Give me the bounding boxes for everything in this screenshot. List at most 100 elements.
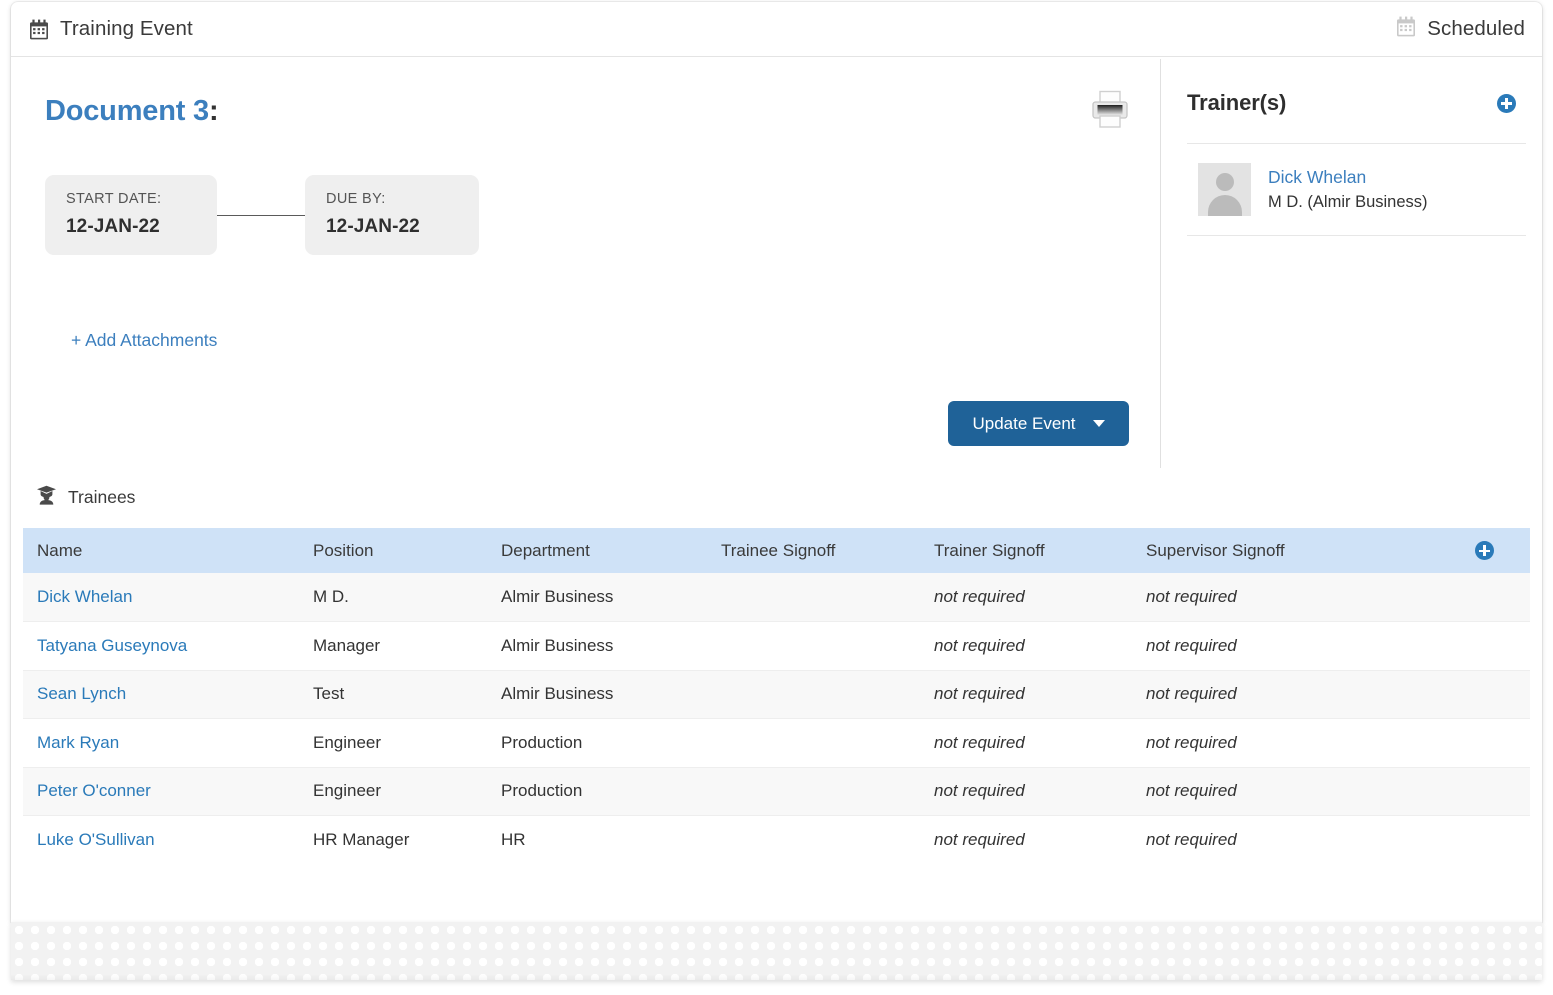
trainee-name-link[interactable]: Sean Lynch: [37, 684, 126, 703]
column-header-trainee-signoff[interactable]: Trainee Signoff: [707, 528, 920, 573]
cell-trainer-signoff: not required: [920, 815, 1132, 864]
cell-name: Luke O'Sullivan: [23, 815, 299, 864]
cell-supervisor-signoff: not required: [1132, 815, 1437, 864]
trainers-panel: Trainer(s) Dick Whelan M D. (Almir Busin…: [1187, 57, 1526, 236]
cell-department: Almir Business: [487, 670, 707, 719]
column-header-actions: [1437, 528, 1530, 573]
topbar-right: Scheduled: [1396, 16, 1525, 42]
trainer-name-link[interactable]: Dick Whelan: [1268, 167, 1428, 188]
document-title: Document 3:: [45, 95, 219, 128]
add-trainer-button[interactable]: [1497, 93, 1516, 113]
due-by-chip: DUE BY: 12-JAN-22: [305, 175, 479, 255]
training-event-card: Training Event Scheduled Document 3: STA…: [11, 2, 1542, 922]
update-event-label: Update Event: [972, 413, 1076, 433]
printer-icon: [1089, 90, 1131, 135]
trainees-table-body: Dick Whelan M D. Almir Business not requ…: [23, 573, 1530, 864]
cell-position: Test: [299, 670, 487, 719]
cell-department: Production: [487, 767, 707, 816]
cell-position: Manager: [299, 621, 487, 671]
trainees-header: Trainees: [11, 485, 1542, 510]
cell-trainee-signoff[interactable]: [707, 573, 920, 622]
cell-position: Engineer: [299, 767, 487, 816]
table-row[interactable]: Sean Lynch Test Almir Business not requi…: [23, 670, 1530, 719]
cell-name: Peter O'conner: [23, 767, 299, 816]
cell-department: Almir Business: [487, 573, 707, 622]
start-date-chip: START DATE: 12-JAN-22: [45, 175, 217, 255]
start-date-value: 12-JAN-22: [66, 216, 160, 237]
cell-trainee-signoff[interactable]: [707, 718, 920, 768]
trainees-table-head: Name Position Department Trainee Signoff…: [23, 528, 1530, 573]
body-area: Document 3: START DATE: 12-JAN-22 DUE BY…: [11, 57, 1542, 922]
document-title-text: Document 3: [45, 95, 209, 127]
cell-trainer-signoff: not required: [920, 621, 1132, 671]
cell-actions: [1437, 670, 1530, 719]
table-row[interactable]: Mark Ryan Engineer Production not requir…: [23, 718, 1530, 768]
date-range: START DATE: 12-JAN-22 DUE BY: 12-JAN-22: [45, 175, 479, 255]
app-viewport: Training Event Scheduled Document 3: STA…: [0, 0, 1553, 995]
cell-position: M D.: [299, 573, 487, 622]
cell-actions: [1437, 621, 1530, 671]
cell-trainee-signoff[interactable]: [707, 621, 920, 671]
add-attachments-link[interactable]: + Add Attachments: [71, 330, 217, 351]
table-row[interactable]: Peter O'conner Engineer Production not r…: [23, 767, 1530, 816]
chevron-down-icon: [1092, 420, 1105, 427]
column-header-trainer-signoff[interactable]: Trainer Signoff: [920, 528, 1132, 573]
trainee-name-link[interactable]: Luke O'Sullivan: [37, 830, 155, 849]
column-header-department[interactable]: Department: [487, 528, 707, 573]
topbar: Training Event Scheduled: [11, 2, 1542, 57]
cell-name: Mark Ryan: [23, 718, 299, 768]
column-header-position[interactable]: Position: [299, 528, 487, 573]
avatar: [1198, 163, 1251, 216]
table-row[interactable]: Luke O'Sullivan HR Manager HR not requir…: [23, 815, 1530, 864]
graduate-person-icon: [36, 485, 57, 510]
column-header-name[interactable]: Name: [23, 528, 299, 573]
due-by-value: 12-JAN-22: [326, 216, 420, 237]
trainees-label: Trainees: [68, 487, 136, 507]
trainer-role: M D. (Almir Business): [1268, 193, 1428, 211]
cell-supervisor-signoff: not required: [1132, 573, 1437, 622]
trainer-info: Dick Whelan M D. (Almir Business): [1268, 167, 1428, 212]
cell-supervisor-signoff: not required: [1132, 767, 1437, 816]
cell-name: Sean Lynch: [23, 670, 299, 719]
add-trainee-button[interactable]: [1475, 541, 1494, 560]
cell-supervisor-signoff: not required: [1132, 670, 1437, 719]
cell-department: Production: [487, 718, 707, 768]
event-details-panel: Document 3: START DATE: 12-JAN-22 DUE BY…: [11, 57, 1160, 467]
trainees-section: Trainees Name Position Department Traine…: [11, 485, 1542, 864]
avatar-head: [1215, 173, 1234, 191]
trainer-list-item: Dick Whelan M D. (Almir Business): [1187, 144, 1526, 236]
cell-department: HR: [487, 815, 707, 864]
add-trainee-wrapper: [1451, 541, 1530, 560]
cell-trainer-signoff: not required: [920, 670, 1132, 719]
column-header-supervisor-signoff[interactable]: Supervisor Signoff: [1132, 528, 1437, 573]
cell-actions: [1437, 767, 1530, 816]
cell-trainer-signoff: not required: [920, 573, 1132, 622]
page-title: Training Event: [60, 17, 193, 40]
calendar-icon: [1396, 16, 1416, 42]
cell-trainee-signoff[interactable]: [707, 670, 920, 719]
trainee-name-link[interactable]: Mark Ryan: [37, 733, 119, 752]
calendar-icon: [29, 19, 49, 40]
cell-supervisor-signoff: not required: [1132, 718, 1437, 768]
cell-trainee-signoff[interactable]: [707, 815, 920, 864]
cell-department: Almir Business: [487, 621, 707, 671]
trainers-header: Trainer(s): [1187, 57, 1526, 116]
cell-actions: [1437, 573, 1530, 622]
table-header-row: Name Position Department Trainee Signoff…: [23, 528, 1530, 573]
cell-position: HR Manager: [299, 815, 487, 864]
update-event-button[interactable]: Update Event: [948, 401, 1129, 446]
trainee-name-link[interactable]: Peter O'conner: [37, 781, 151, 800]
table-row[interactable]: Tatyana Guseynova Manager Almir Business…: [23, 621, 1530, 671]
panel-divider: [1160, 59, 1161, 468]
due-by-label: DUE BY:: [326, 191, 386, 207]
trainees-table: Name Position Department Trainee Signoff…: [23, 528, 1530, 864]
trainee-name-link[interactable]: Tatyana Guseynova: [37, 636, 187, 655]
cell-trainer-signoff: not required: [920, 718, 1132, 768]
cell-trainer-signoff: not required: [920, 767, 1132, 816]
topbar-left: Training Event: [29, 17, 193, 41]
cell-trainee-signoff[interactable]: [707, 767, 920, 816]
trainee-name-link[interactable]: Dick Whelan: [37, 587, 132, 606]
table-row[interactable]: Dick Whelan M D. Almir Business not requ…: [23, 573, 1530, 622]
print-button[interactable]: [1081, 87, 1139, 137]
trainers-title: Trainer(s): [1187, 90, 1287, 115]
